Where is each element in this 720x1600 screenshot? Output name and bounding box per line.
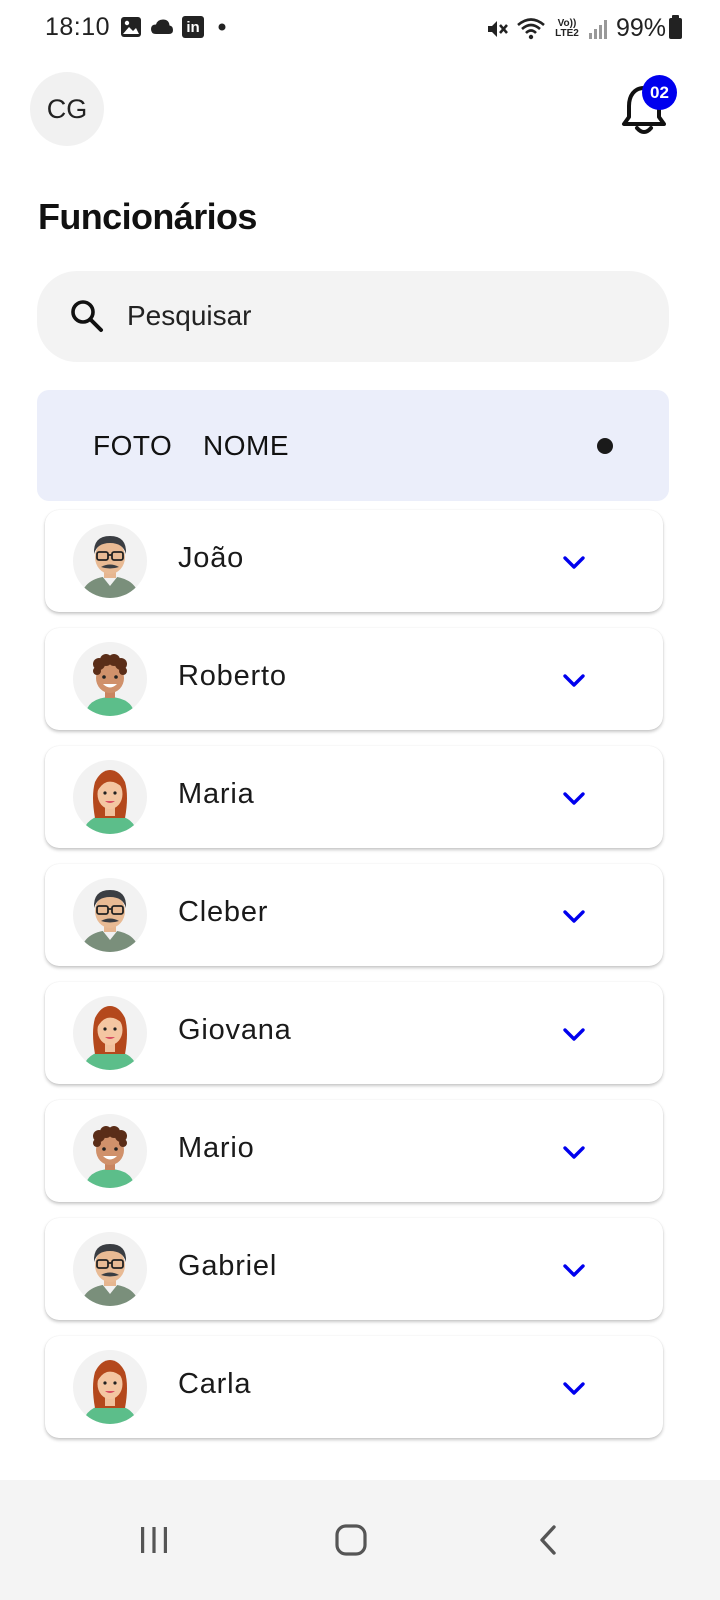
back-icon <box>540 1525 556 1555</box>
employee-avatar <box>73 1350 147 1424</box>
chevron-down-icon <box>563 1264 585 1277</box>
chevron-down-icon <box>563 674 585 687</box>
employee-row[interactable]: Giovana <box>45 982 663 1084</box>
employee-row[interactable]: Roberto <box>45 628 663 730</box>
employee-row[interactable]: Carla <box>45 1336 663 1438</box>
search-icon <box>71 300 103 332</box>
employee-row[interactable]: Maria <box>45 746 663 848</box>
chevron-down-icon <box>563 910 585 923</box>
chevron-down-icon <box>563 556 585 569</box>
status-system-icons: Vo)) LTE2 99% <box>486 14 666 43</box>
employee-list: João Roberto Maria Cleber Giovana Mario Gabrie… <box>45 510 663 1454</box>
employee-avatar <box>73 996 147 1070</box>
mute-icon <box>487 20 508 37</box>
linkedin-icon: in <box>182 16 204 38</box>
image-icon <box>121 17 141 37</box>
cloud-icon <box>151 19 173 34</box>
user-initials: CG <box>46 93 88 124</box>
battery-percent: 99% <box>615 14 666 42</box>
column-header-nome[interactable]: NOME <box>203 430 289 462</box>
search-input[interactable] <box>127 296 627 336</box>
user-avatar[interactable]: CG <box>30 72 104 146</box>
home-icon <box>335 1524 367 1556</box>
employee-name: Roberto <box>178 660 287 692</box>
employee-avatar <box>73 642 147 716</box>
column-header-foto[interactable]: FOTO <box>93 430 172 462</box>
employee-avatar <box>73 878 147 952</box>
page-title: Funcionários <box>38 196 257 237</box>
employee-name: Maria <box>178 778 255 810</box>
expand-button[interactable] <box>558 546 590 578</box>
employee-name: João <box>178 542 245 574</box>
employee-row[interactable]: Cleber <box>45 864 663 966</box>
employee-avatar <box>73 1114 147 1188</box>
employee-name: Cleber <box>178 896 269 928</box>
employee-avatar <box>73 760 147 834</box>
expand-button[interactable] <box>558 664 590 696</box>
employee-name: Gabriel <box>178 1250 278 1282</box>
chevron-down-icon <box>563 1146 585 1159</box>
employee-row[interactable]: Mario <box>45 1100 663 1202</box>
recents-icon <box>141 1527 167 1553</box>
expand-button[interactable] <box>558 1372 590 1404</box>
chevron-down-icon <box>563 792 585 805</box>
volte-icon: Vo)) LTE2 <box>555 17 579 39</box>
expand-button[interactable] <box>558 1018 590 1050</box>
employee-avatar <box>73 524 147 598</box>
status-bar: 18:10 in Vo)) LTE2 99% <box>0 0 720 58</box>
expand-button[interactable] <box>558 1136 590 1168</box>
table-header: FOTO NOME <box>37 390 669 501</box>
home-button[interactable] <box>321 1510 381 1570</box>
employee-name: Mario <box>178 1132 255 1164</box>
expand-button[interactable] <box>558 1254 590 1286</box>
battery-icon <box>669 15 682 39</box>
signal-icon <box>588 19 607 39</box>
employee-row[interactable]: João <box>45 510 663 612</box>
chevron-down-icon <box>563 1382 585 1395</box>
back-button[interactable] <box>518 1510 578 1570</box>
chevron-down-icon <box>563 1028 585 1041</box>
status-time: 18:10 <box>45 13 111 41</box>
wifi-icon <box>517 17 545 39</box>
employee-name: Carla <box>178 1368 252 1400</box>
search-bar[interactable] <box>37 271 669 362</box>
navigation-bar <box>0 1480 720 1600</box>
expand-button[interactable] <box>558 900 590 932</box>
notification-badge: 02 <box>642 75 677 110</box>
employee-name: Giovana <box>178 1014 292 1046</box>
status-notification-icons: in <box>120 16 232 38</box>
employee-row[interactable]: Gabriel <box>45 1218 663 1320</box>
dot-icon <box>597 438 613 454</box>
employee-avatar <box>73 1232 147 1306</box>
expand-button[interactable] <box>558 782 590 814</box>
recents-button[interactable] <box>124 1510 184 1570</box>
dot-icon <box>218 23 226 31</box>
